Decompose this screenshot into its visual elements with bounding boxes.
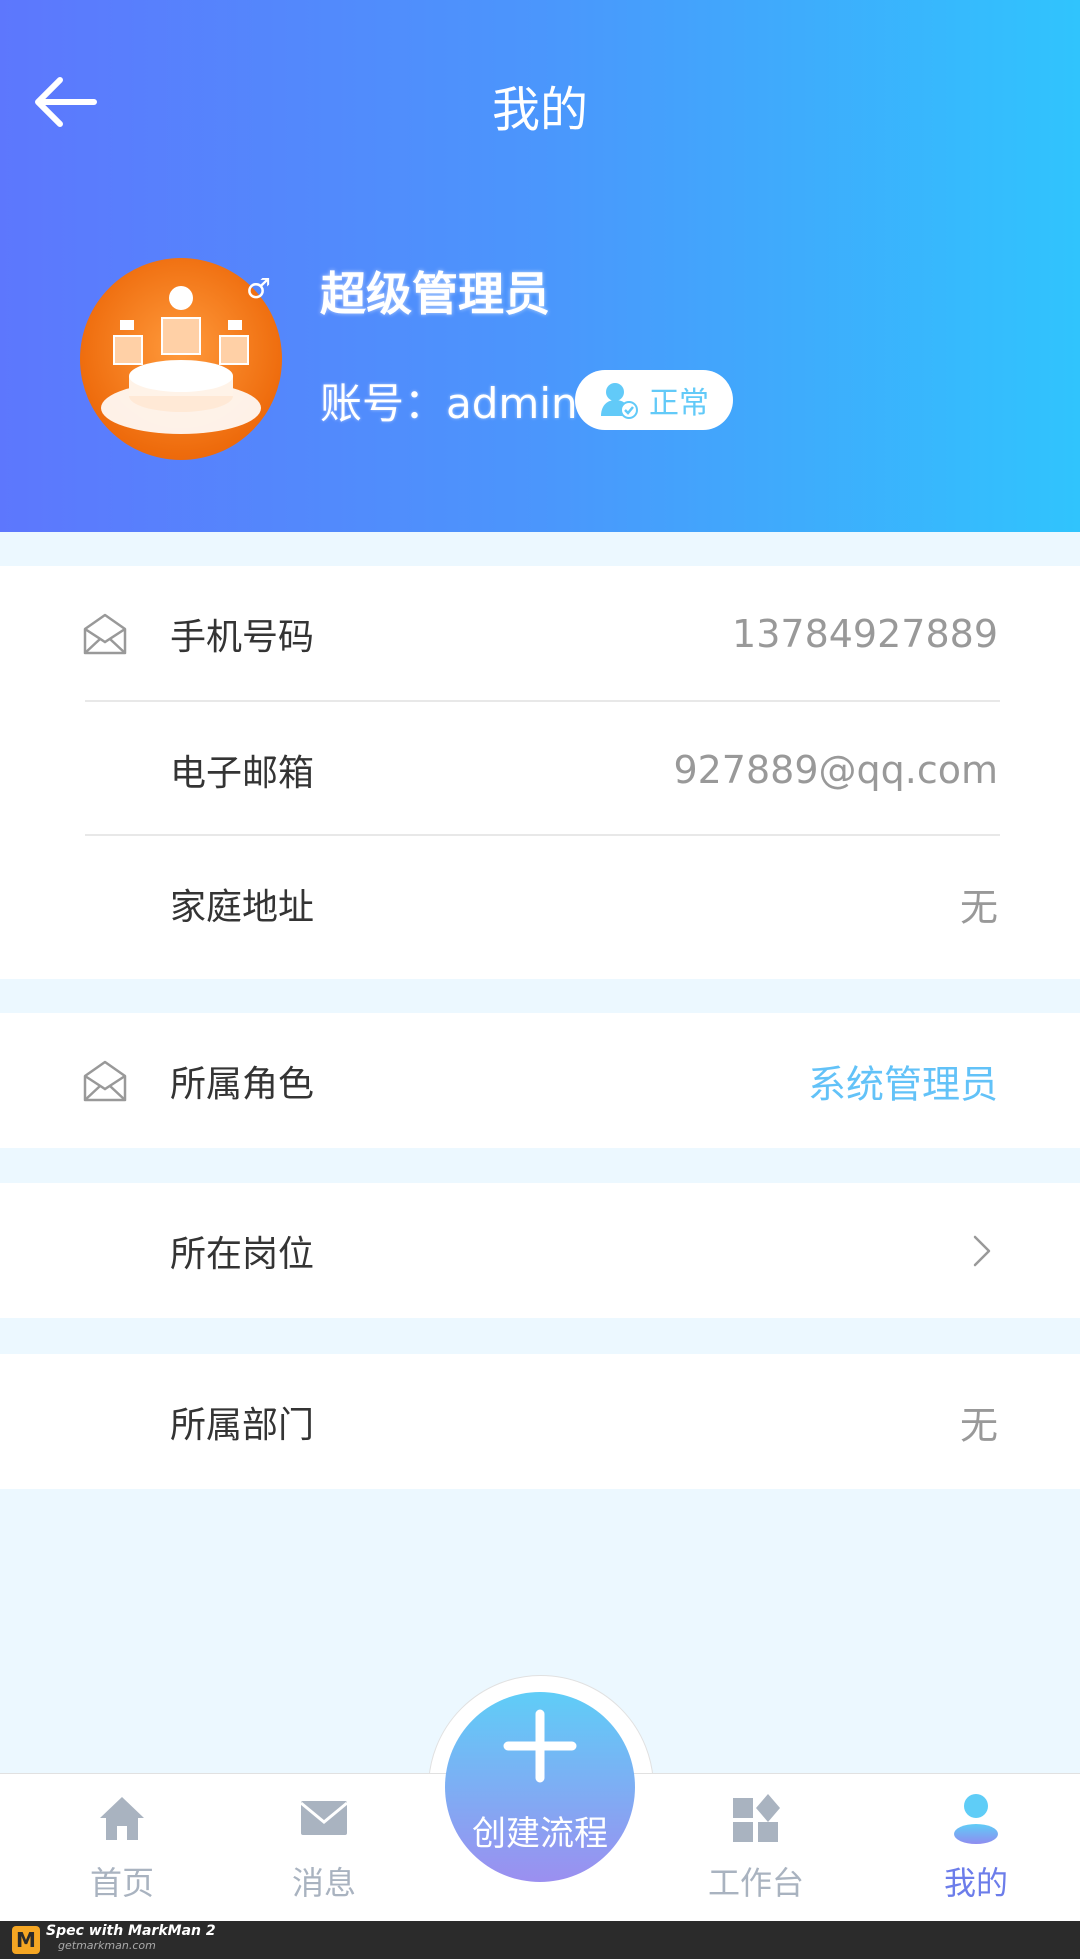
- home-icon: [100, 1797, 144, 1840]
- markman-footer: M Spec with MarkMan 2 getmarkman.com: [0, 1921, 1080, 1959]
- mail-icon: [300, 1801, 348, 1835]
- email-row[interactable]: 电子邮箱 927889@qq.com: [0, 702, 1080, 837]
- phone-row[interactable]: 手机号码 13784927889: [0, 566, 1080, 701]
- contact-info-section: 手机号码 13784927889 电子邮箱 927889@qq.com 家庭地址…: [0, 566, 1080, 979]
- tab-workbench-label: 工作台: [707, 1864, 804, 1902]
- tab-mine-label: 我的: [943, 1864, 1008, 1902]
- status-text: 正常: [649, 386, 709, 421]
- tab-home-label: 首页: [89, 1864, 154, 1902]
- phone-label: 手机号码: [170, 616, 315, 658]
- workbench-icon: [733, 1794, 780, 1842]
- account-value: admin: [446, 379, 578, 428]
- address-row[interactable]: 家庭地址 无: [0, 836, 1080, 971]
- envelope-icon: [83, 613, 127, 654]
- user-name: 超级管理员: [320, 267, 550, 321]
- address-label: 家庭地址: [170, 886, 315, 928]
- tab-mine[interactable]: 我的: [896, 1792, 1056, 1904]
- role-row[interactable]: 所属角色 系统管理员: [0, 1013, 1080, 1148]
- envelope-icon: [83, 1060, 127, 1101]
- user-icon: [954, 1794, 998, 1844]
- address-value: 无: [959, 885, 998, 929]
- create-process-label: 创建流程: [472, 1814, 608, 1854]
- phone-value: 13784927889: [732, 611, 998, 656]
- department-row[interactable]: 所属部门 无: [0, 1354, 1080, 1489]
- post-row[interactable]: 所在岗位: [0, 1183, 1080, 1318]
- profile-header: 我的 ♂ 超级管理员 账号：admin 正常: [0, 0, 1080, 532]
- account-text: 账号：admin: [320, 370, 578, 431]
- post-label: 所在岗位: [170, 1233, 315, 1275]
- status-badge: 正常: [575, 370, 733, 430]
- user-verified-icon: [601, 383, 638, 419]
- chevron-right-icon: [973, 1235, 991, 1266]
- role-label: 所属角色: [170, 1063, 315, 1105]
- markman-logo-icon: M: [12, 1926, 40, 1954]
- role-value: 系统管理员: [807, 1062, 998, 1106]
- department-label: 所属部门: [170, 1404, 315, 1446]
- department-value: 无: [959, 1403, 998, 1447]
- markman-url: getmarkman.com: [58, 1939, 156, 1952]
- markman-title: Spec with MarkMan 2: [46, 1923, 216, 1939]
- tab-home[interactable]: 首页: [42, 1792, 202, 1904]
- email-label: 电子邮箱: [170, 752, 315, 794]
- male-icon: ♂: [246, 272, 272, 305]
- email-value: 927889@qq.com: [673, 747, 998, 792]
- plus-icon: [503, 1709, 577, 1783]
- page-title: 我的: [491, 82, 588, 138]
- tab-workbench[interactable]: 工作台: [676, 1792, 836, 1904]
- account-prefix: 账号：: [320, 379, 447, 428]
